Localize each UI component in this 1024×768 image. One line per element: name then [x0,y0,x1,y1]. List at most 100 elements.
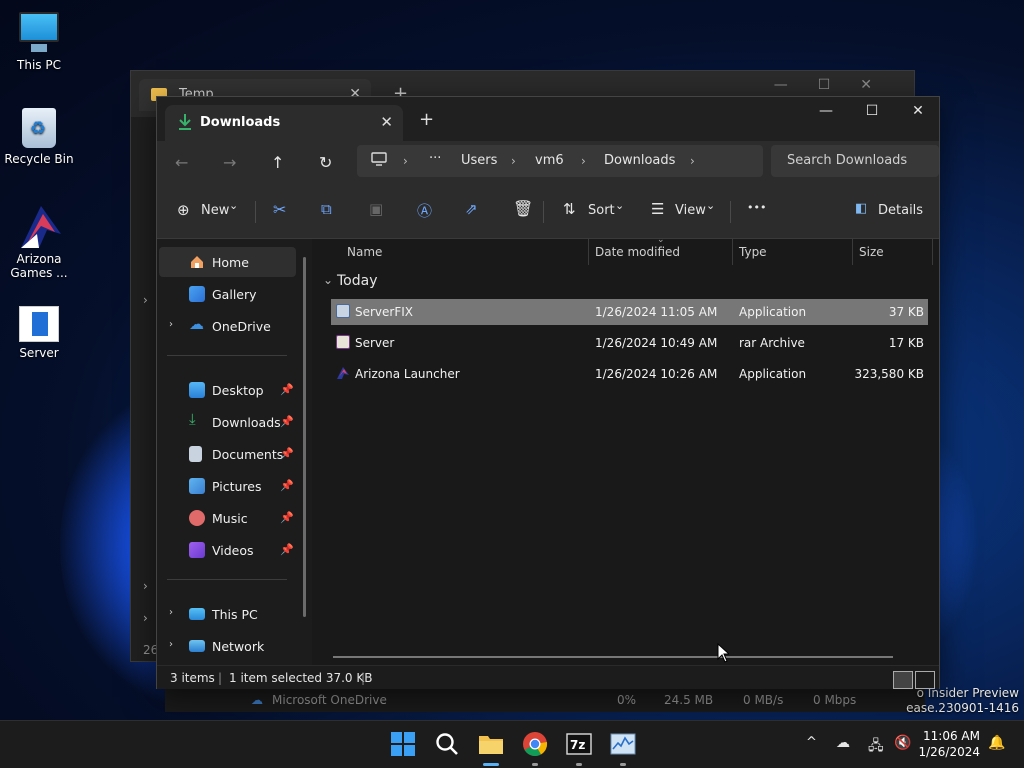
file-explorer-taskbar-button[interactable] [478,731,504,757]
chevron-right-icon[interactable]: › [169,607,173,618]
7zip-taskbar-button[interactable]: 7z [566,731,592,757]
tray-overflow-chevron-icon[interactable]: ^ [806,735,817,750]
paste-icon[interactable]: ▣ [369,200,383,218]
back-window-controls[interactable]: —☐✕ [774,77,902,93]
column-header-type[interactable]: Type [739,245,767,259]
taskbar: 7z ^ ☁ 🖧 🔇 11:06 AM 1/26/2024 🔔 [0,720,1024,768]
copy-icon[interactable]: ⧉ [321,200,332,218]
refresh-icon[interactable]: ↻ [319,153,332,172]
desktop-icon-recycle-bin[interactable]: ♻ Recycle Bin [0,108,78,166]
details-button[interactable]: Details [878,203,923,218]
new-button[interactable]: New [201,203,229,218]
chevron-right-icon[interactable]: › [169,319,173,330]
chevron-down-icon[interactable]: ⌄ [615,199,624,212]
rename-icon[interactable]: Ⓐ [417,200,432,221]
column-divider[interactable] [732,239,733,265]
close-window-button[interactable]: ✕ [895,103,941,119]
column-header-size[interactable]: Size [859,245,884,259]
process-memory: 24.5 MB [664,693,714,707]
sidebar-item-downloads[interactable]: ⤓ Downloads 📌 [159,407,296,437]
table-row[interactable]: Arizona Launcher 1/26/2024 10:26 AM Appl… [331,361,928,387]
sidebar-item-documents[interactable]: Documents 📌 [159,439,296,469]
cut-icon[interactable]: ✂ [273,200,286,219]
breadcrumb-vm6[interactable]: vm6 [535,153,564,168]
chevron-right-icon[interactable]: › [169,639,173,650]
sidebar-item-videos[interactable]: Videos 📌 [159,535,296,565]
column-header-name[interactable]: Name [347,245,382,259]
share-icon[interactable]: ⇗ [465,200,478,218]
network-icon [189,640,205,652]
pin-icon[interactable]: 📌 [280,479,294,492]
up-arrow-icon[interactable]: ↑ [271,153,284,172]
tab-downloads[interactable]: Downloads ✕ [165,105,403,141]
search-button[interactable] [434,731,460,757]
chevron-right-icon[interactable]: › [403,154,408,168]
chevron-right-icon[interactable]: › [690,154,695,168]
chevron-right-icon[interactable]: › [581,154,586,168]
chevron-right-icon[interactable]: › [143,579,148,593]
breadcrumb-downloads[interactable]: Downloads [604,153,675,168]
sidebar-item-pictures[interactable]: Pictures 📌 [159,471,296,501]
sort-button[interactable]: Sort [588,203,615,218]
new-tab-button[interactable]: + [419,109,434,130]
pictures-icon [189,478,205,494]
explorer-window-downloads[interactable]: Downloads ✕ + — ☐ ✕ ← → ↑ ↻ › ··· Users … [156,96,940,689]
monitor-icon [17,10,61,54]
sidebar-item-network[interactable]: › Network [159,631,296,661]
column-divider[interactable] [852,239,853,265]
pin-icon[interactable]: 📌 [280,383,294,396]
back-arrow-icon[interactable]: ← [175,153,188,172]
horizontal-scrollbar[interactable] [333,656,893,658]
sidebar-item-gallery[interactable]: Gallery [159,279,296,309]
pin-icon[interactable]: 📌 [280,543,294,556]
notification-bell-icon[interactable]: 🔔 [988,735,1005,751]
pin-icon[interactable]: 📌 [280,447,294,460]
minimize-button[interactable]: — [803,103,849,119]
sidebar-item-this-pc[interactable]: › This PC [159,599,296,629]
address-more-button[interactable]: ··· [429,151,441,166]
sidebar-scrollbar[interactable] [303,257,306,617]
view-button[interactable]: View [675,203,706,218]
sidebar-item-onedrive[interactable]: › ☁ OneDrive [159,311,296,341]
chevron-right-icon[interactable]: › [143,611,148,625]
desktop-icon-server[interactable]: Server [0,306,78,360]
sort-chevron-icon: ⌄ [657,235,665,245]
sidebar-item-desktop[interactable]: Desktop 📌 [159,375,296,405]
details-view-button[interactable] [893,671,913,689]
sidebar-item-home[interactable]: Home [159,247,296,277]
delete-icon[interactable]: 🗑 [513,199,533,218]
address-bar[interactable]: › ··· Users › vm6 › Downloads › [357,145,763,177]
search-input[interactable]: Search Downloads [771,145,939,177]
maximize-button[interactable]: ☐ [849,103,895,119]
task-manager-taskbar-button[interactable] [610,731,636,757]
table-row[interactable]: ServerFIX 1/26/2024 11:05 AM Application… [331,299,928,325]
chevron-right-icon[interactable]: › [511,154,516,168]
clock[interactable]: 11:06 AM 1/26/2024 [918,728,980,760]
watermark-line2: ease.230901-1416 [906,701,1019,715]
start-button[interactable] [390,731,416,757]
group-header-today[interactable]: Today [337,273,378,289]
network-icon[interactable]: 🖧 [868,735,884,759]
desktop-icon-arizona-games[interactable]: Arizona Games ... [0,204,78,280]
chevron-down-icon[interactable]: ⌄ [229,199,238,212]
pin-icon[interactable]: 📌 [280,415,294,428]
close-icon[interactable]: ✕ [380,113,393,131]
tiles-view-button[interactable] [915,671,935,689]
chevron-down-icon[interactable]: ⌄ [706,199,715,212]
chrome-taskbar-button[interactable] [522,731,548,757]
column-divider[interactable] [932,239,933,265]
column-header-date[interactable]: Date modified [595,245,680,259]
forward-arrow-icon[interactable]: → [223,153,236,172]
sidebar-item-music[interactable]: Music 📌 [159,503,296,533]
volume-muted-icon[interactable]: 🔇 [894,735,911,751]
chevron-right-icon[interactable]: › [143,293,148,307]
onedrive-offline-icon[interactable]: ☁ [836,735,850,751]
chevron-down-icon[interactable]: ⌄ [323,273,333,287]
breadcrumb-users[interactable]: Users [461,153,497,168]
column-divider[interactable] [588,239,589,265]
task-manager-row[interactable]: ☁ Microsoft OneDrive 0% 24.5 MB 0 MB/s 0… [165,688,925,712]
desktop-icon-this-pc[interactable]: This PC [0,10,78,72]
table-row[interactable]: Server 1/26/2024 10:49 AM rar Archive 17… [331,330,928,356]
more-options-button[interactable]: ••• [747,201,766,214]
pin-icon[interactable]: 📌 [280,511,294,524]
